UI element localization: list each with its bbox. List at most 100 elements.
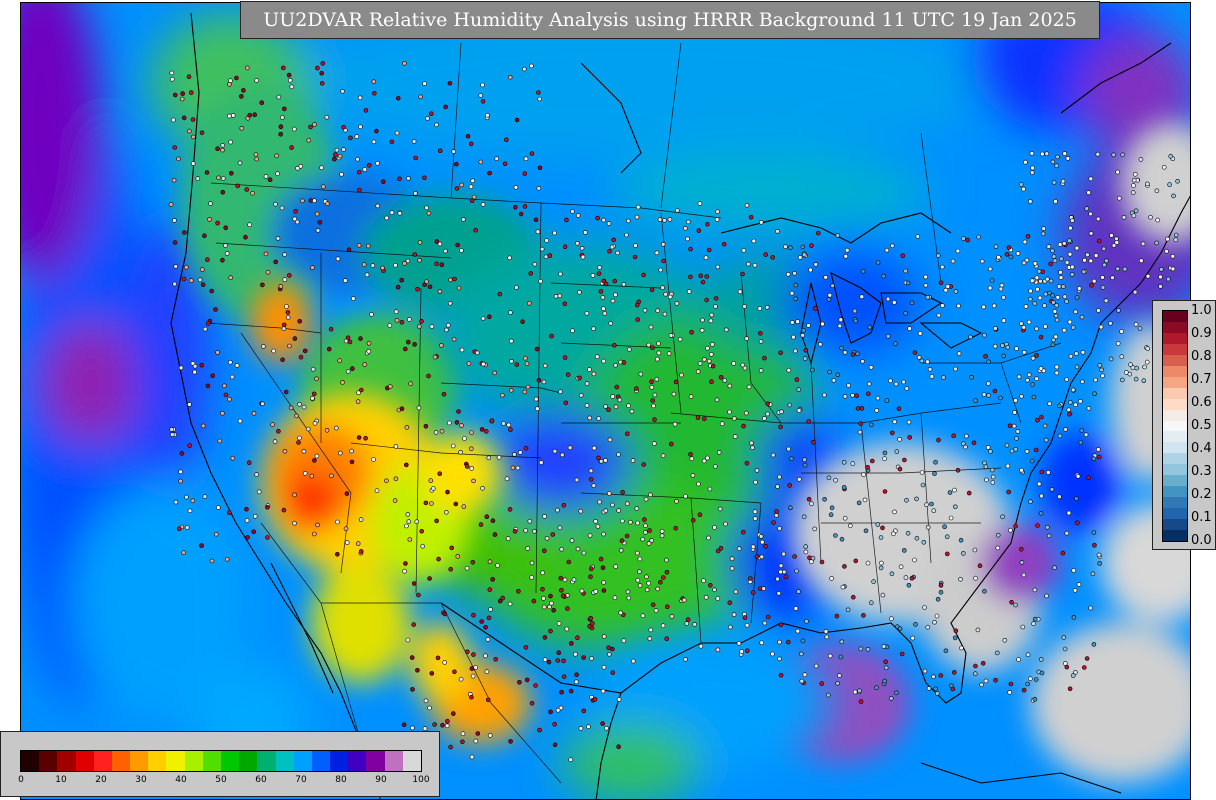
- station-dot: [889, 430, 895, 436]
- station-dot: [787, 483, 793, 488]
- station-dot: [417, 257, 422, 263]
- station-dot: [803, 549, 809, 555]
- station-dot: [271, 348, 276, 354]
- station-dot: [588, 615, 594, 621]
- station-dot: [278, 132, 284, 137]
- station-dot: [904, 386, 910, 391]
- station-dot: [350, 296, 356, 301]
- station-dot: [1036, 268, 1042, 274]
- rh-colorbar-tick-label: 90: [375, 775, 387, 785]
- station-dot: [276, 94, 282, 100]
- station-dot: [953, 289, 959, 294]
- station-dot: [575, 546, 581, 552]
- station-dot: [824, 634, 830, 640]
- station-dot: [964, 433, 969, 439]
- station-dot: [905, 530, 911, 536]
- station-dot: [707, 486, 713, 492]
- station-dot: [478, 522, 484, 527]
- station-dot: [682, 226, 688, 231]
- station-dot: [850, 594, 856, 600]
- station-dot: [1079, 428, 1085, 433]
- station-dot: [1039, 151, 1045, 157]
- station-dot: [283, 389, 289, 395]
- station-dot: [184, 494, 189, 500]
- station-dot: [557, 525, 563, 531]
- station-dot: [523, 645, 529, 650]
- station-dot: [1077, 286, 1082, 291]
- station-dot: [904, 497, 909, 503]
- station-dot: [777, 639, 782, 645]
- station-dot: [549, 333, 554, 339]
- station-dot: [363, 108, 369, 113]
- station-dot: [1026, 372, 1032, 378]
- station-dot: [1085, 252, 1090, 258]
- station-dot: [411, 139, 417, 144]
- station-dot: [1074, 496, 1079, 501]
- station-dot: [365, 243, 371, 249]
- station-dot: [801, 252, 807, 257]
- station-dot: [1023, 159, 1028, 165]
- station-dot: [606, 491, 612, 496]
- station-dot: [485, 697, 491, 703]
- station-dot: [447, 300, 453, 306]
- station-dot: [1024, 449, 1030, 454]
- station-colorbar-swatch: [1163, 475, 1187, 487]
- station-dot: [842, 515, 848, 521]
- station-dot: [442, 611, 448, 617]
- station-dot: [422, 81, 427, 86]
- station-dot: [337, 153, 343, 159]
- station-dot: [1074, 364, 1080, 370]
- station-dot: [513, 185, 519, 190]
- station-dot: [716, 450, 722, 455]
- station-dot: [217, 438, 223, 444]
- station-dot: [179, 451, 185, 456]
- station-dot: [793, 282, 799, 288]
- station-dot: [993, 677, 998, 683]
- station-dot: [297, 401, 302, 407]
- station-dot: [220, 410, 225, 416]
- station-dot: [795, 628, 801, 634]
- station-dot: [1132, 289, 1138, 295]
- station-dot: [1001, 295, 1006, 300]
- station-dot: [178, 478, 183, 484]
- station-dot: [1067, 251, 1073, 257]
- station-dot: [441, 391, 447, 397]
- station-dot: [822, 392, 827, 398]
- station-dot: [603, 404, 608, 409]
- station-dot: [923, 274, 929, 280]
- station-dot: [1029, 170, 1035, 175]
- station-dot: [345, 335, 351, 341]
- station-dot: [387, 384, 393, 389]
- station-dot: [1013, 523, 1018, 529]
- station-dot: [181, 115, 187, 121]
- station-dot: [933, 686, 938, 692]
- station-dot: [953, 366, 958, 372]
- station-dot: [945, 284, 951, 289]
- station-dot: [1036, 481, 1042, 487]
- station-dot: [984, 477, 989, 483]
- station-dot: [552, 448, 558, 454]
- station-dot: [455, 554, 461, 559]
- station-dot: [434, 261, 439, 267]
- station-dot: [504, 476, 510, 482]
- station-dot: [314, 453, 320, 459]
- station-dot: [1092, 391, 1097, 397]
- station-dot: [503, 137, 509, 142]
- station-dot: [841, 459, 847, 465]
- station-dot: [1091, 530, 1097, 535]
- station-dot: [484, 669, 490, 675]
- station-dot: [544, 535, 550, 541]
- station-dot: [1062, 241, 1067, 246]
- station-dot: [601, 580, 607, 585]
- station-dot: [1058, 269, 1063, 275]
- station-dot: [679, 372, 684, 378]
- station-dot: [462, 436, 467, 441]
- station-dot: [869, 458, 875, 464]
- station-dot: [346, 247, 352, 252]
- station-dot: [1021, 687, 1027, 693]
- station-dot: [1023, 304, 1029, 309]
- station-dot: [637, 583, 643, 588]
- station-dot: [468, 141, 474, 147]
- station-dot: [615, 250, 620, 256]
- station-dot: [713, 304, 718, 309]
